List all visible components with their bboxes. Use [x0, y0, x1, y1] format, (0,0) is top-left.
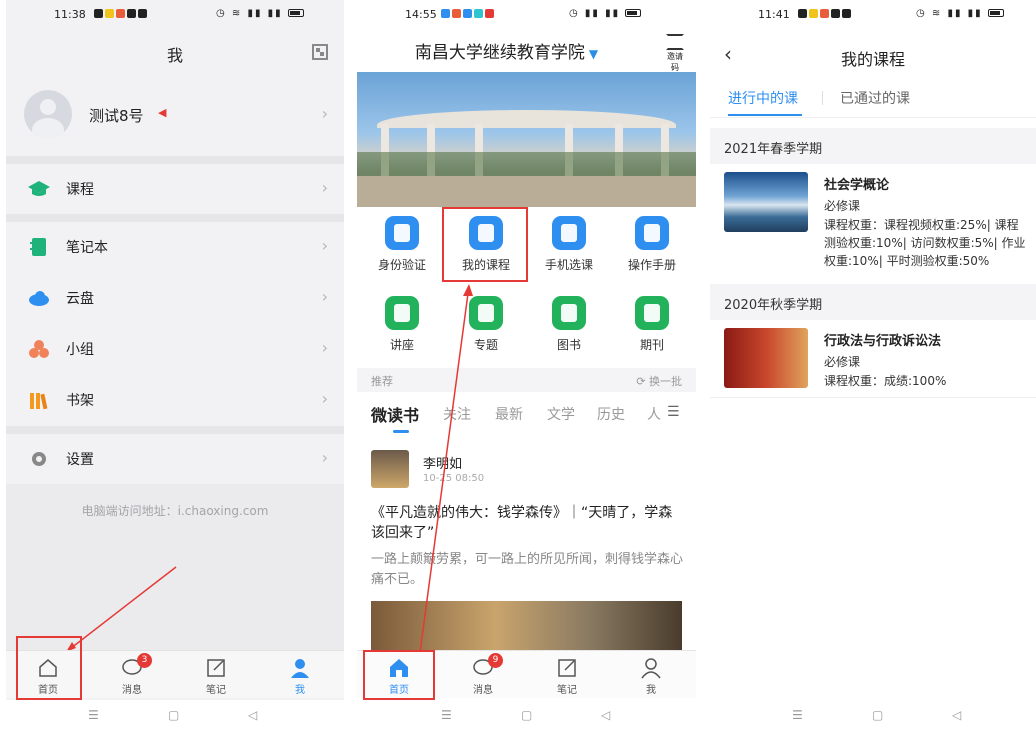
course-weight: 课程权重：课程视频权重:25%| 课程测验权重:10%| 访问数权重:5%| 作…: [824, 218, 1026, 268]
tab-notes[interactable]: 笔记: [186, 657, 246, 696]
tab-label: 消息: [473, 685, 493, 696]
tab-label: 笔记: [206, 685, 226, 696]
home-nav-icon[interactable]: ▢: [168, 708, 179, 722]
note-edit-icon: [558, 659, 576, 677]
person-icon: [641, 658, 661, 679]
tab-me[interactable]: 我: [621, 657, 681, 696]
message-badge: 9: [488, 653, 503, 668]
tab-label: 笔记: [557, 685, 577, 696]
annotation-arrow: [418, 284, 473, 661]
term-label: 2021年春季学期: [724, 142, 823, 157]
home-nav-icon[interactable]: ▢: [521, 708, 532, 722]
highlight-box-home: [16, 636, 82, 700]
person-icon: [291, 659, 309, 678]
course-card[interactable]: 行政法与行政诉讼法 必修课 课程权重：成绩:100%: [710, 320, 1036, 398]
active-tab-indicator: [728, 114, 802, 116]
status-bar: 11:41 ◷ ≋ ▮▮ ▮▮: [710, 0, 1036, 30]
home-screen: 14:55 ◷ ▮▮ ▮▮ 南昌大学继续教育学院 ▼ 邀请码 身份验证 我的课程 …: [357, 0, 696, 729]
course-weight: 课程权重：成绩:100%: [824, 374, 947, 388]
notification-icons: [798, 8, 853, 19]
term-header: 2020年秋季学期: [710, 284, 1036, 320]
status-time: 11:41: [758, 8, 790, 21]
note-edit-icon: [207, 659, 225, 677]
course-card[interactable]: 社会学概论 必修课 课程权重：课程视频权重:25%| 课程测验权重:10%| 访…: [710, 164, 1036, 280]
system-nav-bar: ☰ ▢ ◁: [710, 700, 1036, 729]
course-type: 必修课: [824, 355, 861, 369]
tab-passed[interactable]: 已通过的课: [840, 88, 910, 108]
me-screen: 11:38 ◷ ≋ ▮▮ ▮▮ 我 测试8号 ◀ › 课程 › 笔记本 › 云盘…: [6, 0, 344, 729]
tab-label: 消息: [122, 685, 142, 696]
page-title: 我的课程: [840, 50, 905, 69]
home-nav-icon[interactable]: ▢: [872, 708, 883, 722]
system-nav-bar: ☰ ▢ ◁: [357, 700, 696, 729]
tab-divider: [822, 91, 823, 105]
system-icons: ◷ ≋ ▮▮ ▮▮: [916, 8, 1004, 19]
message-badge: 3: [137, 653, 152, 668]
menu-nav-icon[interactable]: ☰: [441, 708, 452, 722]
back-nav-icon[interactable]: ◁: [248, 708, 257, 722]
course-name: 行政法与行政诉讼法: [824, 334, 942, 349]
term-label: 2020年秋季学期: [724, 298, 823, 313]
my-courses-screen: 11:41 ◷ ≋ ▮▮ ▮▮ ‹ 我的课程 进行中的课 已通过的课 2021年…: [710, 0, 1036, 729]
annotation-arrow: [65, 566, 177, 653]
tab-messages[interactable]: 消息 3: [102, 653, 162, 696]
back-nav-icon[interactable]: ◁: [601, 708, 610, 722]
highlight-box-home: [363, 650, 435, 700]
header: ‹ 我的课程: [710, 36, 1036, 76]
term-header: 2021年春季学期: [710, 128, 1036, 164]
course-name: 社会学概论: [824, 178, 890, 193]
menu-nav-icon[interactable]: ☰: [792, 708, 803, 722]
tab-in-progress[interactable]: 进行中的课: [728, 88, 798, 108]
course-type: 必修课: [824, 199, 861, 213]
tab-me[interactable]: 我: [270, 657, 330, 696]
course-thumbnail: [724, 328, 808, 388]
system-nav-bar: ☰ ▢ ◁: [6, 700, 344, 729]
tab-label: 我: [646, 685, 656, 696]
course-status-tabs: 进行中的课 已通过的课: [710, 76, 1036, 118]
back-nav-icon[interactable]: ◁: [952, 708, 961, 722]
course-thumbnail: [724, 172, 808, 232]
menu-nav-icon[interactable]: ☰: [88, 708, 99, 722]
tab-notes[interactable]: 笔记: [537, 657, 597, 696]
tab-messages[interactable]: 消息 9: [453, 653, 513, 696]
tab-label: 我: [295, 685, 305, 696]
